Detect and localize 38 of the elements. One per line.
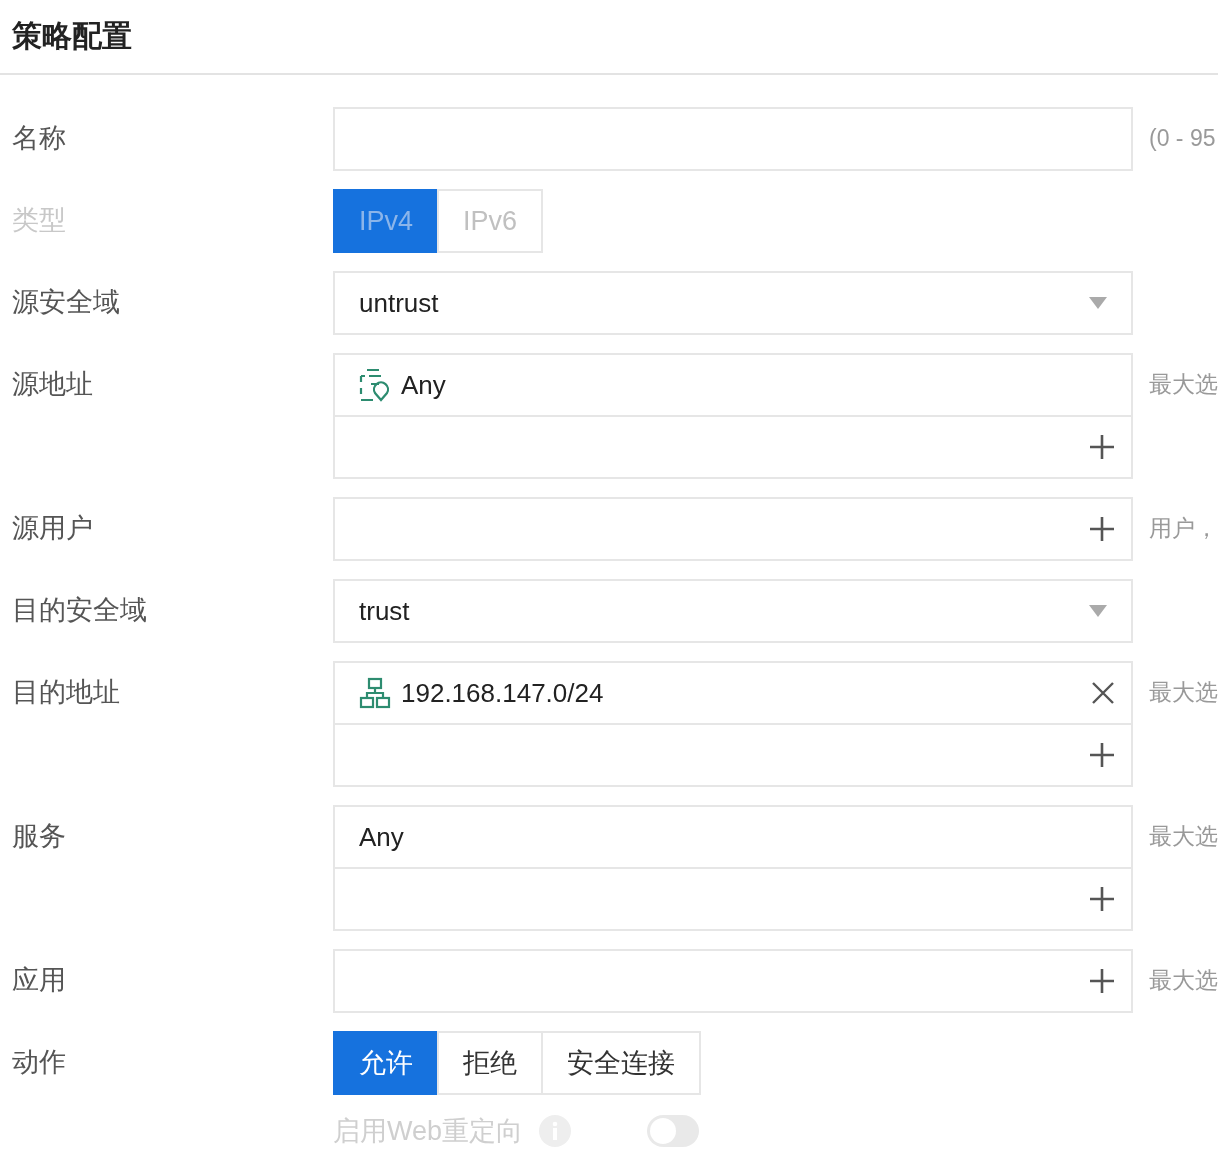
plus-icon: [1089, 434, 1115, 460]
field-label: 源地址: [11, 368, 94, 401]
page-title: 策略配置: [12, 18, 132, 54]
add-button[interactable]: [1089, 434, 1115, 460]
add-button[interactable]: [1089, 886, 1115, 912]
field-hint: 最大选: [1148, 370, 1218, 399]
plus-icon: [1089, 886, 1115, 912]
network-icon: [359, 677, 391, 709]
plus-icon: [1089, 968, 1115, 994]
remove-button[interactable]: [1091, 681, 1115, 705]
segment-button[interactable]: 允许: [333, 1031, 439, 1095]
field-label: 目的安全域: [11, 594, 148, 627]
plus-icon: [1089, 742, 1115, 768]
selected-item: 192.168.147.0/24: [401, 677, 605, 709]
field-hint: 用户，: [1148, 514, 1218, 543]
segment-button[interactable]: 拒绝: [437, 1031, 543, 1095]
field-label: 名称: [11, 122, 67, 155]
address-pin-icon: [359, 368, 391, 402]
field-hint: 最大选: [1148, 822, 1218, 851]
add-button[interactable]: [1089, 968, 1115, 994]
field-hint: 最大选: [1148, 678, 1218, 707]
field-hint: 最大选: [1148, 966, 1218, 995]
selected-item: Any: [401, 369, 447, 401]
field-label: 源用户: [11, 512, 94, 545]
plus-icon: [1089, 516, 1115, 542]
add-button[interactable]: [1089, 516, 1115, 542]
selected-item: Any: [359, 821, 405, 853]
field-label: 服务: [11, 820, 67, 853]
field-hint: (0 - 95: [1148, 124, 1217, 153]
field-label: 目的地址: [11, 676, 121, 709]
add-button[interactable]: [1089, 742, 1115, 768]
close-icon: [1091, 681, 1115, 705]
field-label: 动作: [11, 1046, 67, 1079]
segment-button[interactable]: 安全连接: [541, 1031, 701, 1095]
field-label: 应用: [11, 964, 67, 997]
field-label: 源安全域: [11, 286, 121, 319]
dropdown-field[interactable]: trust: [333, 579, 1133, 643]
dropdown-field[interactable]: untrust: [333, 271, 1133, 335]
